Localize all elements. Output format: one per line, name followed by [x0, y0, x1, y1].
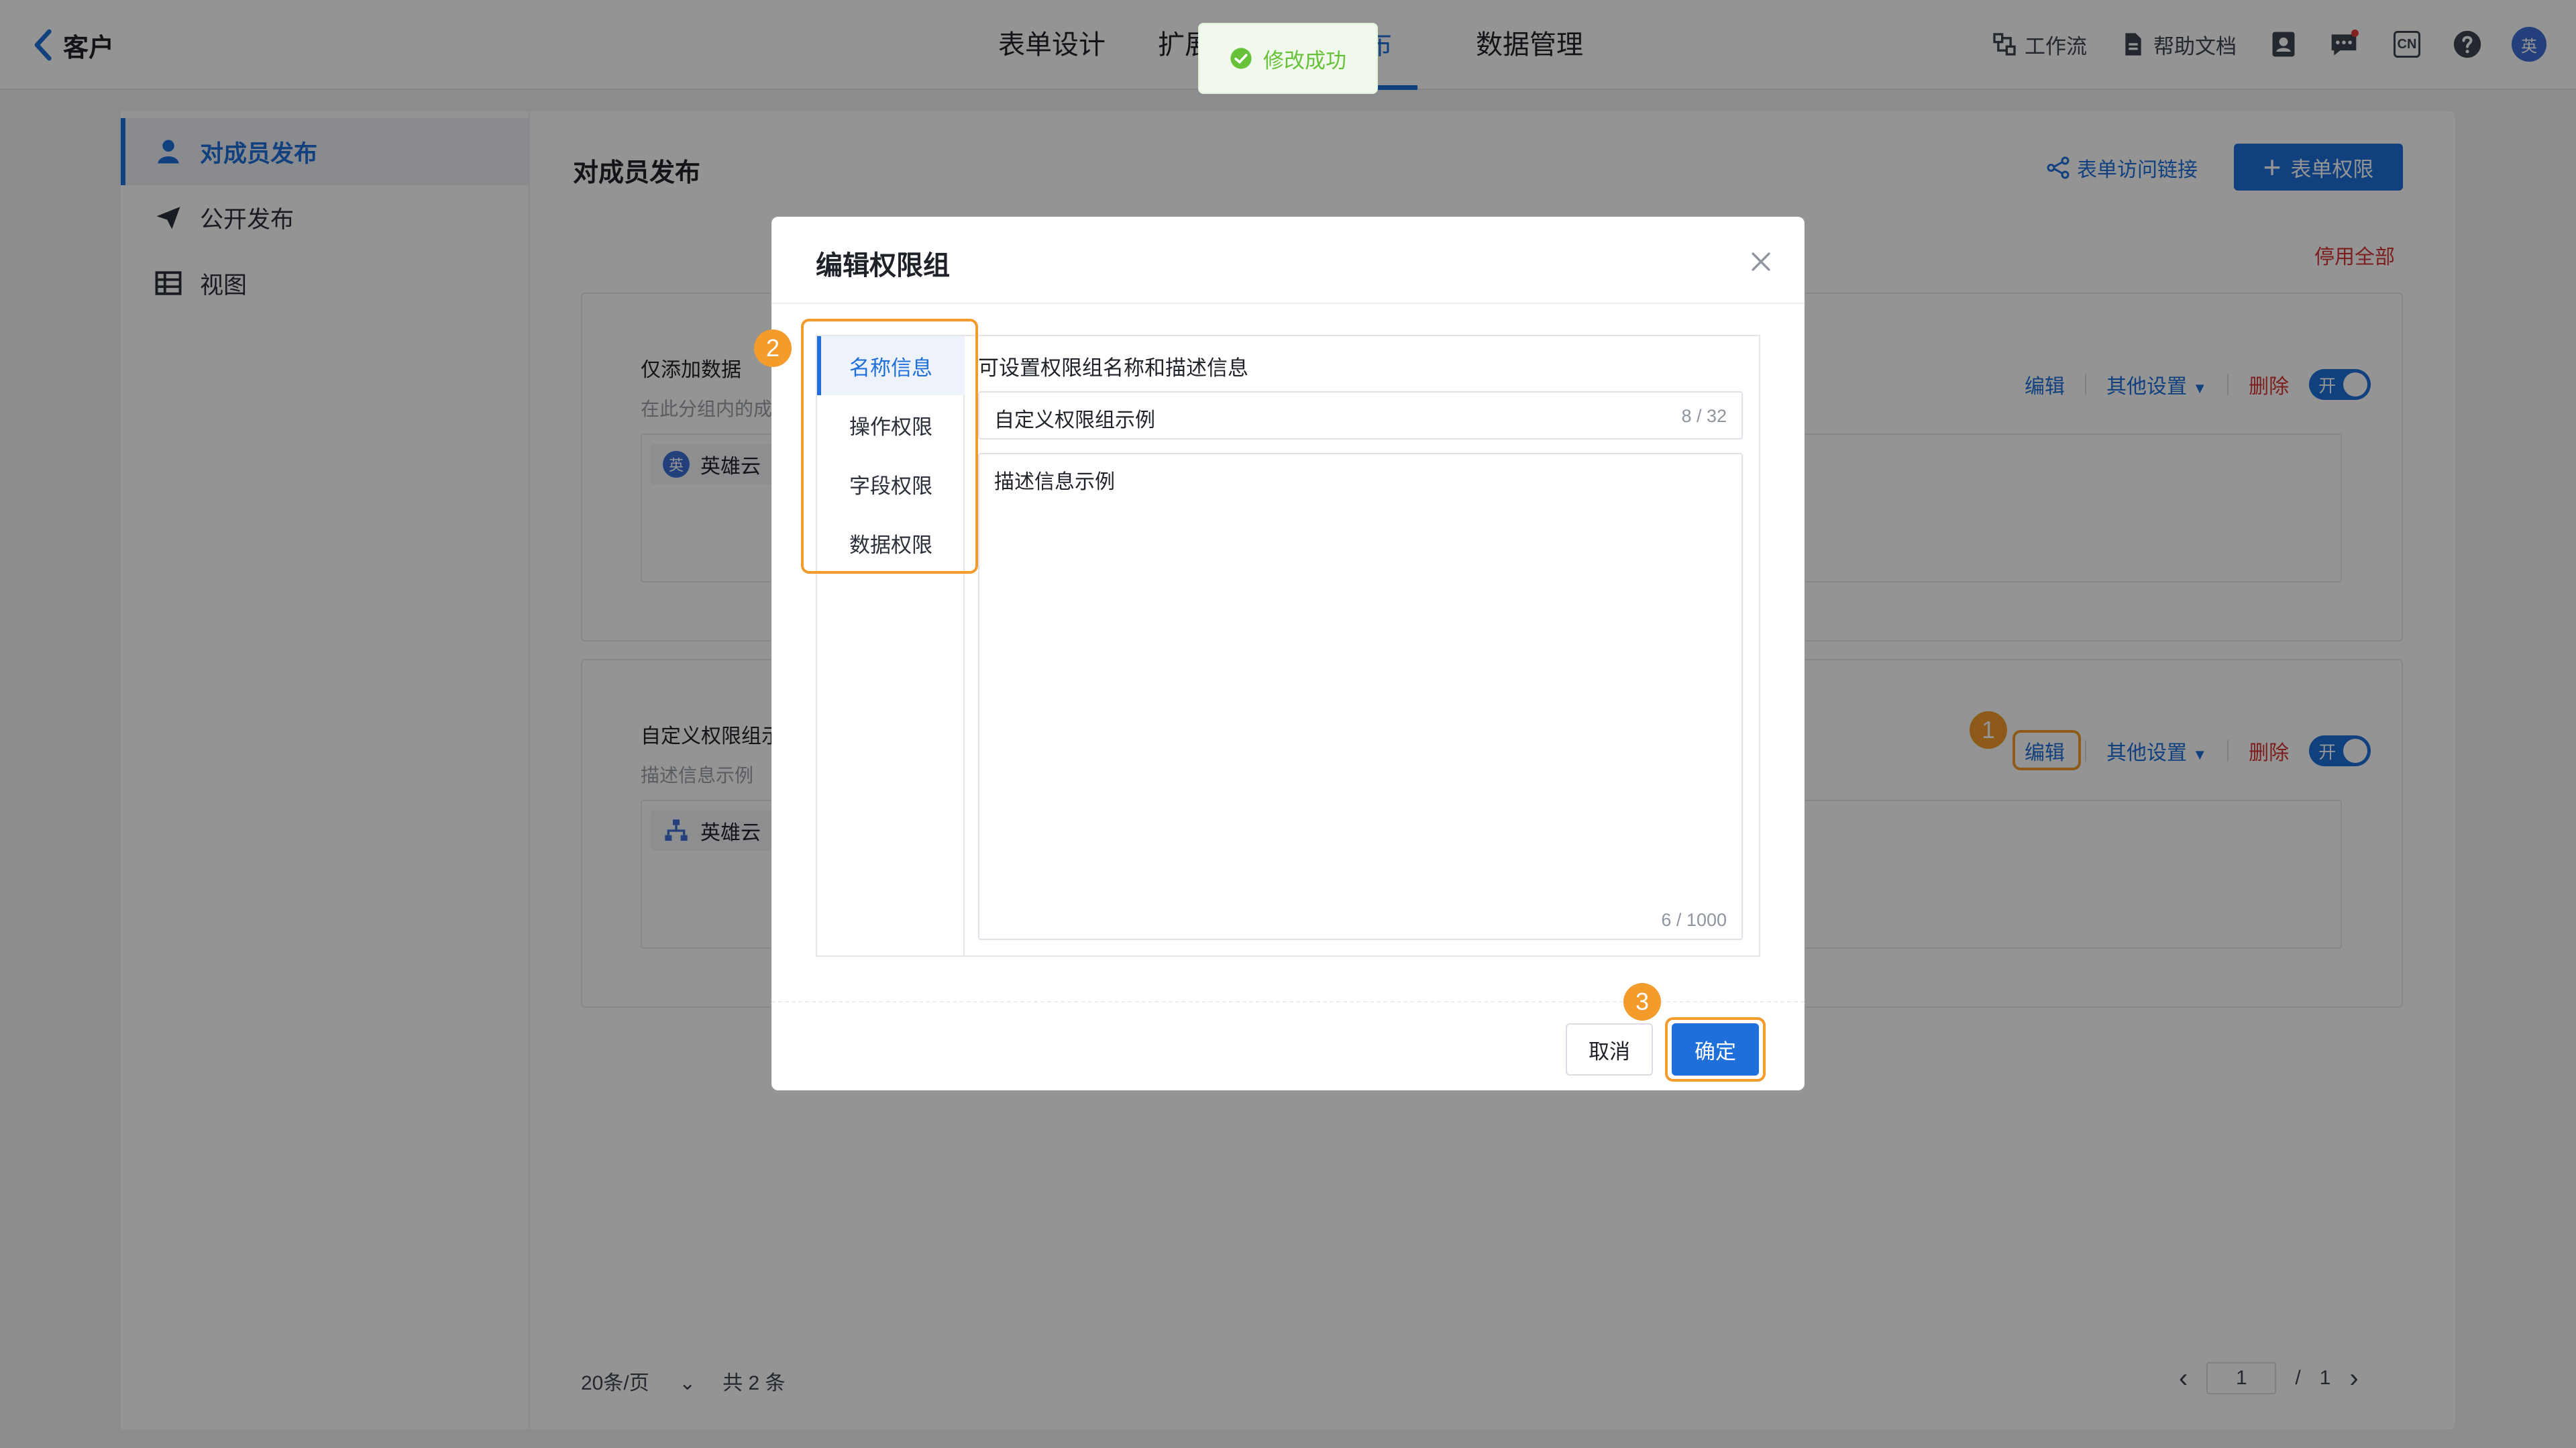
close-icon[interactable] — [1750, 250, 1772, 273]
annotation-badge: 2 — [754, 329, 792, 367]
group-name-input[interactable]: 自定义权限组示例 8 / 32 — [978, 391, 1743, 439]
check-circle-icon — [1230, 48, 1252, 69]
description-char-count: 6 / 1000 — [1661, 910, 1727, 930]
dialog-title: 编辑权限组 — [816, 251, 950, 280]
group-name-value: 自定义权限组示例 — [994, 409, 1155, 431]
annotation-highlight — [1665, 1017, 1766, 1082]
edit-permission-group-dialog: 编辑权限组 名称信息 操作权限 字段权限 数据权限 可设置权限组名称和描述信息 … — [754, 217, 1805, 1090]
description-value: 描述信息示例 — [994, 471, 1115, 493]
annotation-highlight — [801, 319, 978, 574]
group-description-textarea[interactable]: 描述信息示例 6 / 1000 — [978, 453, 1743, 940]
cancel-button[interactable]: 取消 — [1566, 1023, 1653, 1076]
annotation-badge: 3 — [1623, 983, 1661, 1021]
name-char-count: 8 / 32 — [1681, 406, 1727, 426]
success-toast: 修改成功 — [1198, 23, 1378, 94]
settings-hint: 可设置权限组名称和描述信息 — [978, 356, 1248, 380]
